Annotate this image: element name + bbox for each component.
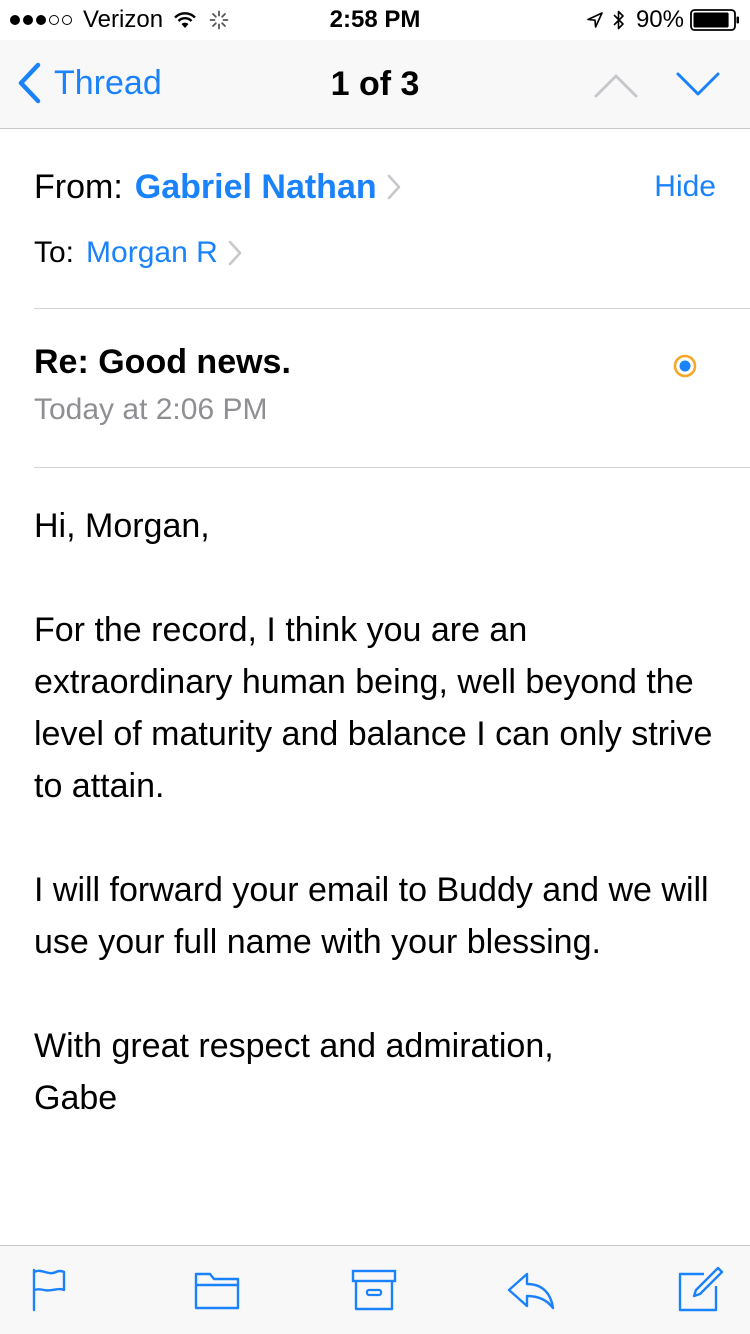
reply-icon[interactable]: [505, 1266, 557, 1314]
body-closing: With great respect and admiration,: [34, 1027, 554, 1065]
body-signature: Gabe: [34, 1079, 118, 1117]
status-right: 90%: [586, 6, 740, 33]
archive-icon[interactable]: [348, 1266, 400, 1314]
battery-percent: 90%: [635, 6, 684, 33]
next-message-button[interactable]: [672, 60, 724, 108]
status-bar: Verizon 2:58 PM 90%: [0, 0, 750, 40]
body-greeting: Hi, Morgan,: [34, 507, 210, 545]
previous-message-button[interactable]: [590, 60, 642, 108]
folder-icon[interactable]: [191, 1266, 243, 1314]
bluetooth-icon: [613, 10, 624, 30]
to-label: To:: [34, 236, 75, 269]
chevron-right-icon: [387, 174, 400, 200]
unread-indicator-icon[interactable]: [673, 354, 697, 378]
mail-message-screen: Verizon 2:58 PM 90% Thread 1 of 3 From: …: [0, 0, 750, 1334]
recipient-name-link[interactable]: Morgan R: [86, 236, 218, 270]
from-row: From: Gabriel Nathan: [34, 165, 401, 209]
navigation-bar: Thread 1 of 3: [0, 40, 750, 129]
bottom-toolbar: [0, 1245, 750, 1334]
location-icon: [587, 12, 603, 28]
from-label: From:: [34, 167, 123, 206]
flag-icon[interactable]: [22, 1266, 74, 1314]
compose-icon[interactable]: [674, 1266, 726, 1314]
message-subject: Re: Good news.: [34, 343, 291, 381]
message-body: Hi, Morgan, For the record, I think you …: [34, 500, 724, 1176]
header-divider: [34, 308, 750, 309]
body-paragraph: I will forward your email to Buddy and w…: [34, 871, 709, 961]
hide-details-button[interactable]: Hide: [654, 170, 716, 204]
subject-divider: [34, 467, 750, 468]
battery-icon: [690, 9, 739, 31]
sender-name-link[interactable]: Gabriel Nathan: [135, 168, 377, 207]
body-paragraph: For the record, I think you are an extra…: [34, 611, 713, 805]
message-date: Today at 2:06 PM: [34, 393, 268, 426]
to-row: To: Morgan R: [34, 233, 242, 273]
chevron-right-icon: [228, 240, 242, 266]
